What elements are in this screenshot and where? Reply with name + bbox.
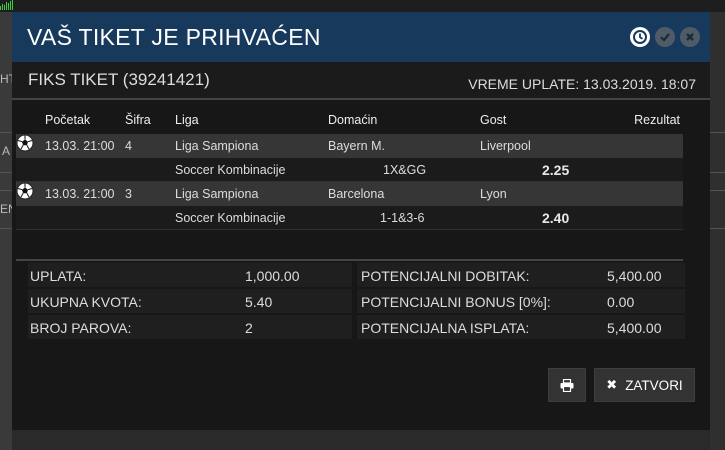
summary-label: POTENCIJALNI DOBITAK:	[361, 268, 530, 284]
match-start: 13.03. 21:00	[45, 139, 115, 153]
summary-label: UKUPNA KVOTA:	[30, 294, 142, 310]
close-button[interactable]: ✖ ZATVORI	[594, 368, 695, 402]
summary-row: BROJ PAROVA: 2	[28, 315, 352, 339]
ticket-title: FIKS TIKET (39241421)	[28, 70, 210, 89]
summary-right: POTENCIJALNI DOBITAK: 5,400.00 POTENCIJA…	[357, 263, 685, 341]
match-away: Lyon	[480, 187, 507, 201]
background-top-bar	[0, 0, 725, 12]
match-away: Liverpool	[480, 139, 531, 153]
summary-value: 2	[245, 320, 253, 336]
close-circle-icon[interactable]	[680, 27, 700, 47]
summary-value: 1,000.00	[245, 268, 300, 284]
summary-label: POTENCIJALNA ISPLATA:	[361, 320, 530, 336]
soccer-ball-icon	[16, 134, 34, 152]
matches-table: Početak Šifra Liga Domaćin Gost Rezultat…	[16, 110, 683, 230]
close-button-label: ZATVORI	[625, 377, 683, 393]
table-header: Početak Šifra Liga Domaćin Gost Rezultat	[16, 110, 683, 134]
signal-bars-icon	[0, 0, 14, 10]
summary-row: UKUPNA KVOTA: 5.40	[28, 289, 352, 313]
header-icons	[630, 27, 700, 47]
close-x-icon: ✖	[606, 377, 618, 392]
summary-row: UPLATA: 1,000.00	[28, 263, 352, 287]
header-result: Rezultat	[634, 113, 680, 127]
summary-value: 5.40	[245, 294, 273, 310]
header-league: Liga	[175, 113, 199, 127]
bet-pick: 1-1&3-6	[380, 211, 425, 225]
background-right-panel	[710, 12, 725, 450]
clock-icon[interactable]	[630, 27, 650, 47]
background-left-panel: HT A EN	[0, 12, 17, 450]
print-button[interactable]	[548, 368, 586, 402]
soccer-ball-icon	[16, 182, 34, 200]
summary-row: POTENCIJALNI DOBITAK: 5,400.00	[357, 263, 685, 287]
summary-row: POTENCIJALNI BONUS [0%]: 0.00	[357, 289, 685, 313]
bet-odd: 2.40	[542, 210, 570, 226]
background-fragment: A	[2, 144, 11, 158]
match-home: Barcelona	[328, 187, 385, 201]
bet-type: Soccer Kombinacije	[175, 163, 286, 177]
match-league: Liga Sampiona	[175, 139, 259, 153]
header-code: Šifra	[125, 113, 151, 127]
bet-pick: 1X&GG	[383, 163, 427, 177]
table-row: Soccer Kombinacije 1-1&3-6 2.40	[16, 206, 683, 230]
match-code: 3	[125, 187, 132, 201]
match-home: Bayern M.	[328, 139, 385, 153]
summary-left: UPLATA: 1,000.00 UKUPNA KVOTA: 5.40 BROJ…	[28, 263, 352, 341]
summary-label: POTENCIJALNI BONUS [0%]:	[361, 294, 551, 310]
summary-value: 5,400.00	[607, 268, 662, 284]
summary-label: BROJ PAROVA:	[30, 320, 132, 336]
match-code: 4	[125, 139, 132, 153]
match-start: 13.03. 21:00	[45, 187, 115, 201]
summary-label: UPLATA:	[30, 268, 87, 284]
table-row: Soccer Kombinacije 1X&GG 2.25	[16, 158, 683, 182]
header-start: Početak	[45, 113, 91, 127]
modal-header: VAŠ TIKET JE PRIHVAĆEN	[12, 12, 710, 62]
header-home: Domaćin	[328, 113, 378, 127]
match-league: Liga Sampiona	[175, 187, 259, 201]
bet-odd: 2.25	[542, 162, 570, 178]
table-row: 13.03. 21:00 3 Liga Sampiona Barcelona L…	[16, 182, 683, 206]
check-circle-icon[interactable]	[655, 27, 675, 47]
printer-icon	[560, 378, 574, 392]
bet-type: Soccer Kombinacije	[175, 211, 286, 225]
summary-row: POTENCIJALNA ISPLATA: 5,400.00	[357, 315, 685, 339]
section-divider	[16, 259, 683, 261]
summary-value: 0.00	[607, 294, 635, 310]
summary-value: 5,400.00	[607, 320, 662, 336]
ticket-info-bar: FIKS TIKET (39241421) VREME UPLATE: 13.0…	[12, 62, 710, 100]
table-row: 13.03. 21:00 4 Liga Sampiona Bayern M. L…	[16, 134, 683, 158]
modal-title: VAŠ TIKET JE PRIHVAĆEN	[27, 23, 321, 50]
header-away: Gost	[480, 113, 507, 127]
payment-time: VREME UPLATE: 13.03.2019. 18:07	[468, 76, 696, 92]
